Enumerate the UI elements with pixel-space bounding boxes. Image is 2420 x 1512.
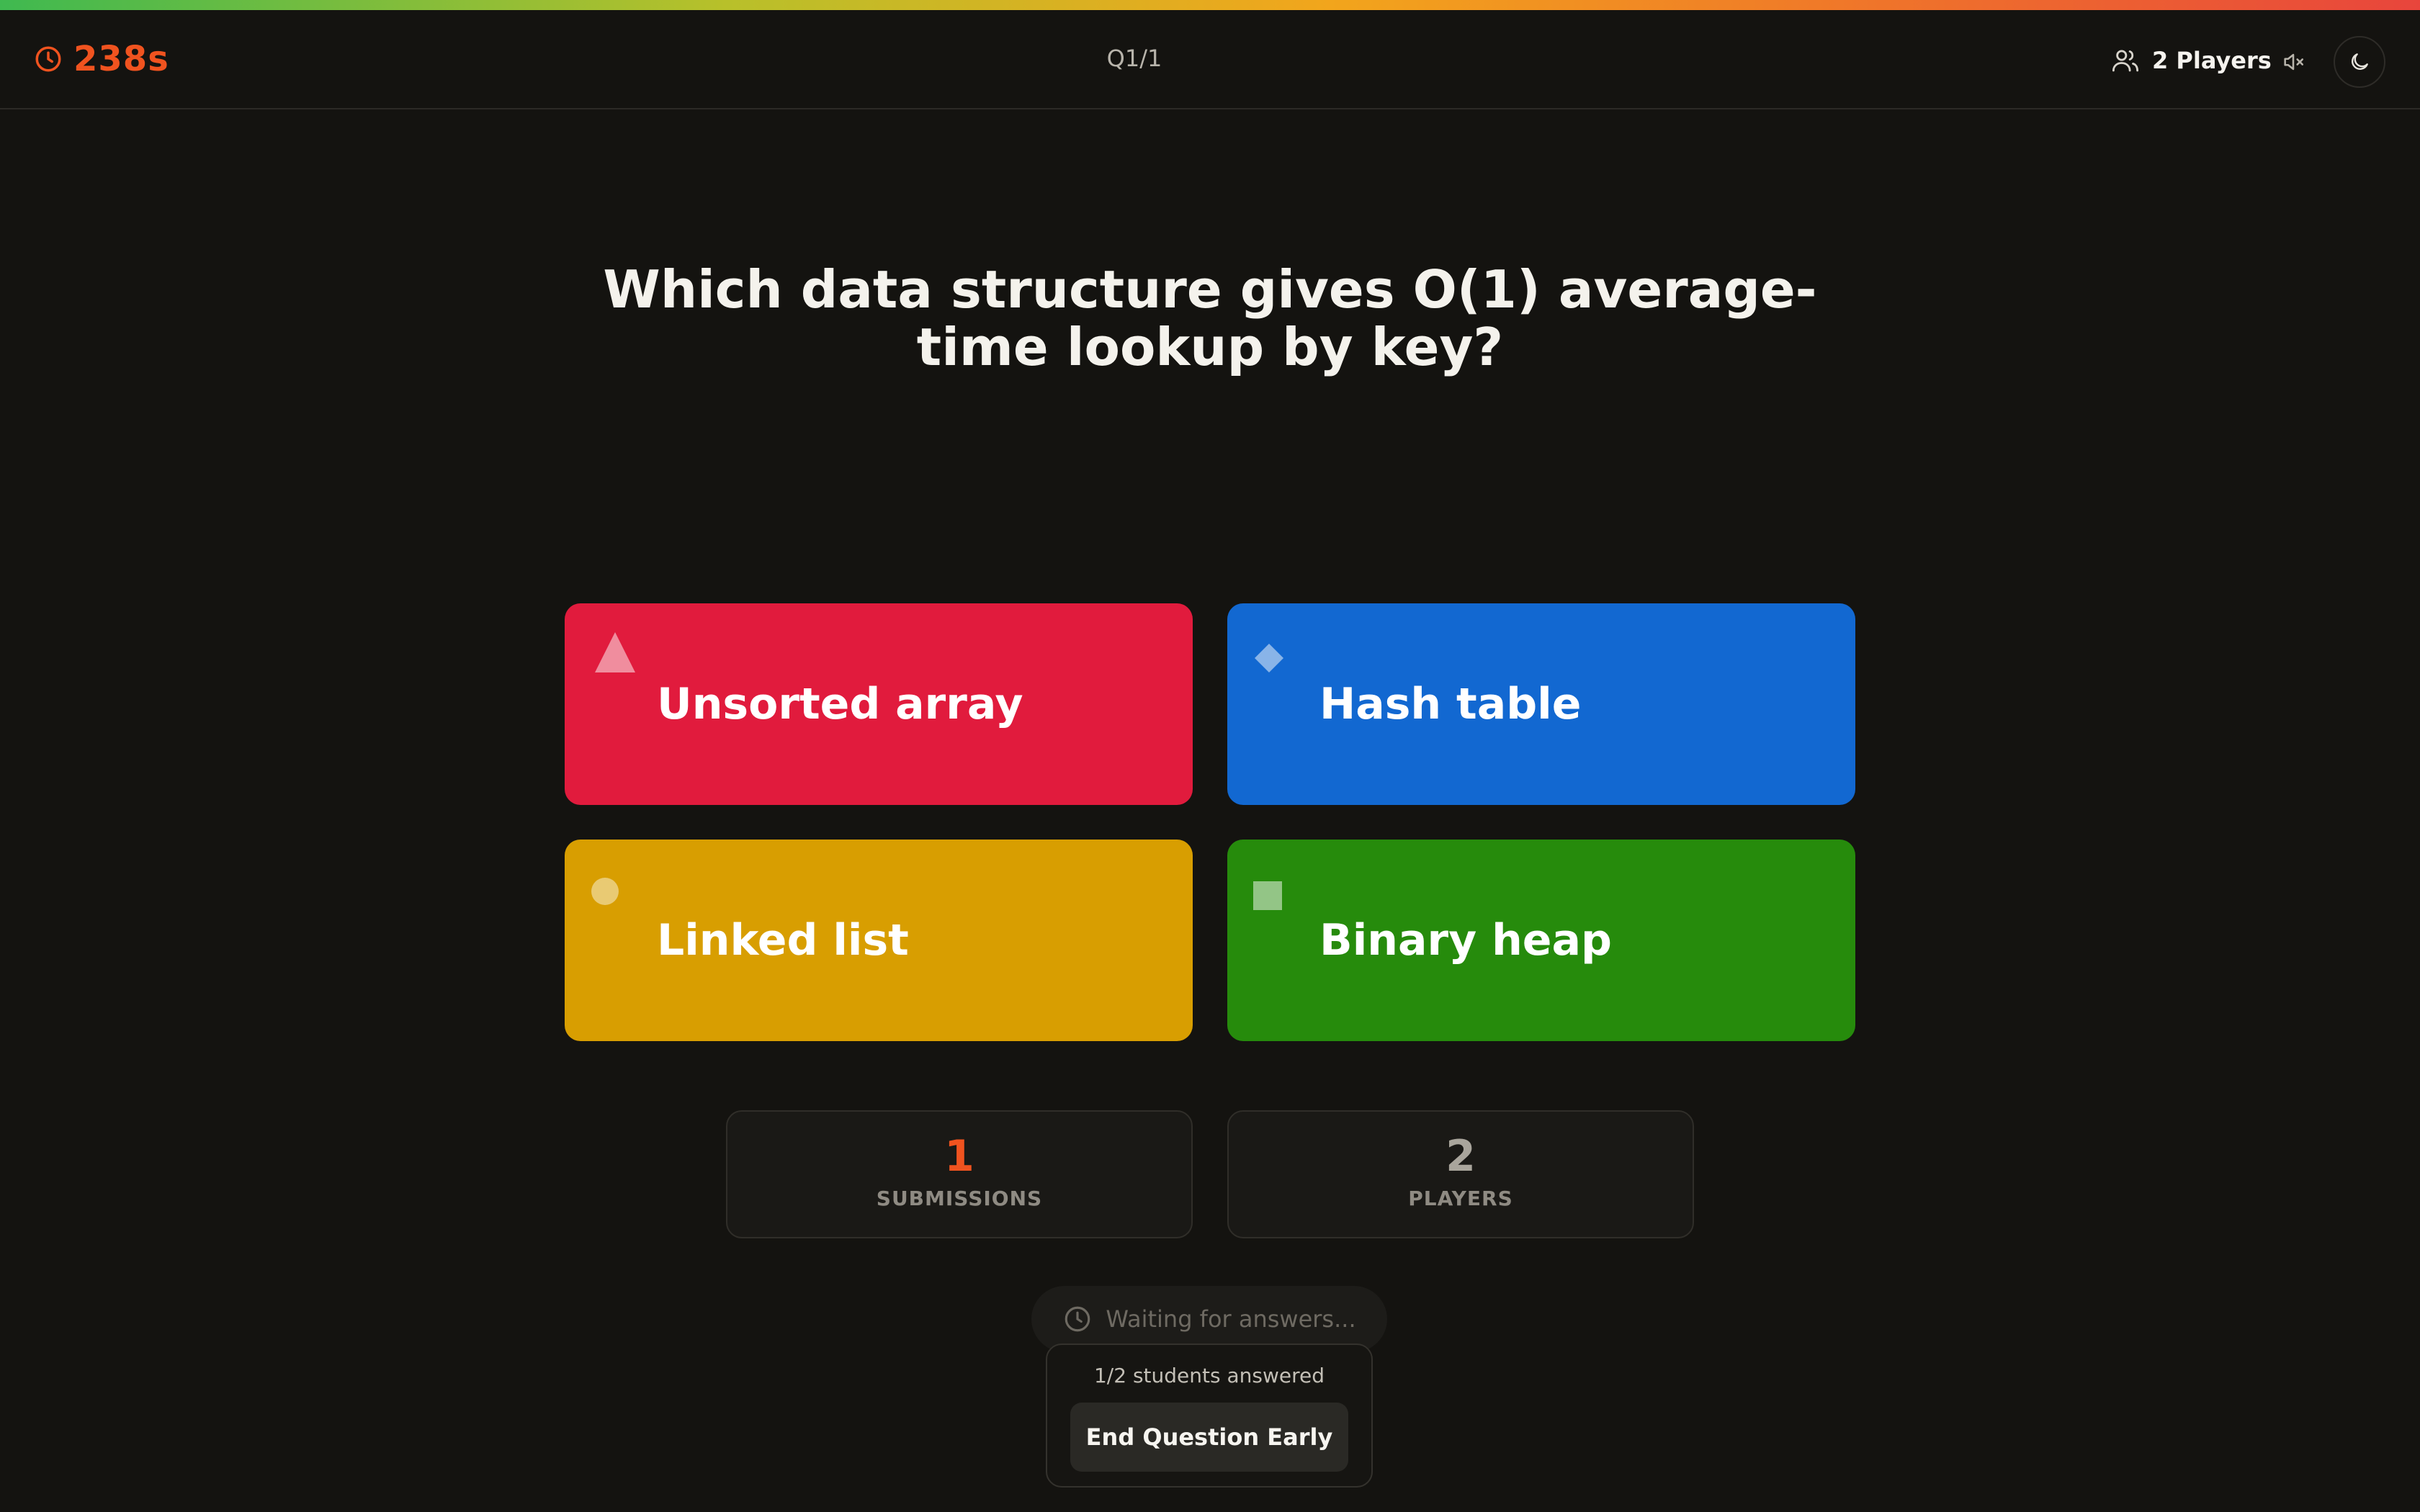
time-progress-fill <box>0 0 2420 10</box>
host-controls-panel: 1/2 students answered End Question Early <box>1046 1344 1373 1488</box>
square-icon <box>1253 881 1282 910</box>
submissions-stat: 1 SUBMISSIONS <box>726 1110 1193 1238</box>
players-stat-label: PLAYERS <box>1408 1187 1513 1210</box>
answer-option-square[interactable]: Binary heap <box>1227 840 1855 1041</box>
question-text: Which data structure gives O(1) average-… <box>603 259 1817 377</box>
question-counter: Q1/1 <box>1106 45 1162 72</box>
timer-value: 238s <box>73 39 169 79</box>
clock-icon <box>35 46 61 72</box>
waiting-text: Waiting for answers... <box>1106 1305 1356 1333</box>
answer-option-triangle[interactable]: Unsorted array <box>565 603 1193 805</box>
answer-option-diamond[interactable]: Hash table <box>1227 603 1855 805</box>
speaker-muted-icon <box>2284 53 2304 71</box>
time-progress-bar <box>0 0 2420 10</box>
submissions-label: SUBMISSIONS <box>876 1187 1043 1210</box>
end-question-early-button[interactable]: End Question Early <box>1070 1403 1348 1472</box>
players-count: 2 Players <box>2110 42 2272 78</box>
theme-toggle-button[interactable] <box>2334 36 2385 88</box>
diamond-icon <box>1255 644 1283 672</box>
clock-icon <box>1065 1306 1090 1332</box>
answer-label: Linked list <box>657 915 909 966</box>
answer-label: Unsorted array <box>657 679 1023 729</box>
mute-button[interactable] <box>2277 46 2309 78</box>
timer: 238s <box>33 37 169 81</box>
players-stat: 2 PLAYERS <box>1227 1110 1694 1238</box>
circle-icon <box>591 878 619 905</box>
waiting-status: Waiting for answers... <box>1031 1286 1387 1352</box>
answer-label: Hash table <box>1319 679 1582 729</box>
answer-label: Binary heap <box>1319 915 1612 966</box>
answer-option-circle[interactable]: Linked list <box>565 840 1193 1041</box>
players-stat-count: 2 <box>1446 1131 1476 1182</box>
submissions-count: 1 <box>944 1131 974 1182</box>
triangle-icon <box>595 632 635 672</box>
answered-count-text: 1/2 students answered <box>1093 1364 1325 1387</box>
users-icon <box>2112 50 2139 72</box>
moon-icon <box>2352 53 2368 70</box>
top-bar: 238s Q1/1 2 Players <box>0 10 2420 109</box>
players-label: 2 Players <box>2152 47 2272 74</box>
